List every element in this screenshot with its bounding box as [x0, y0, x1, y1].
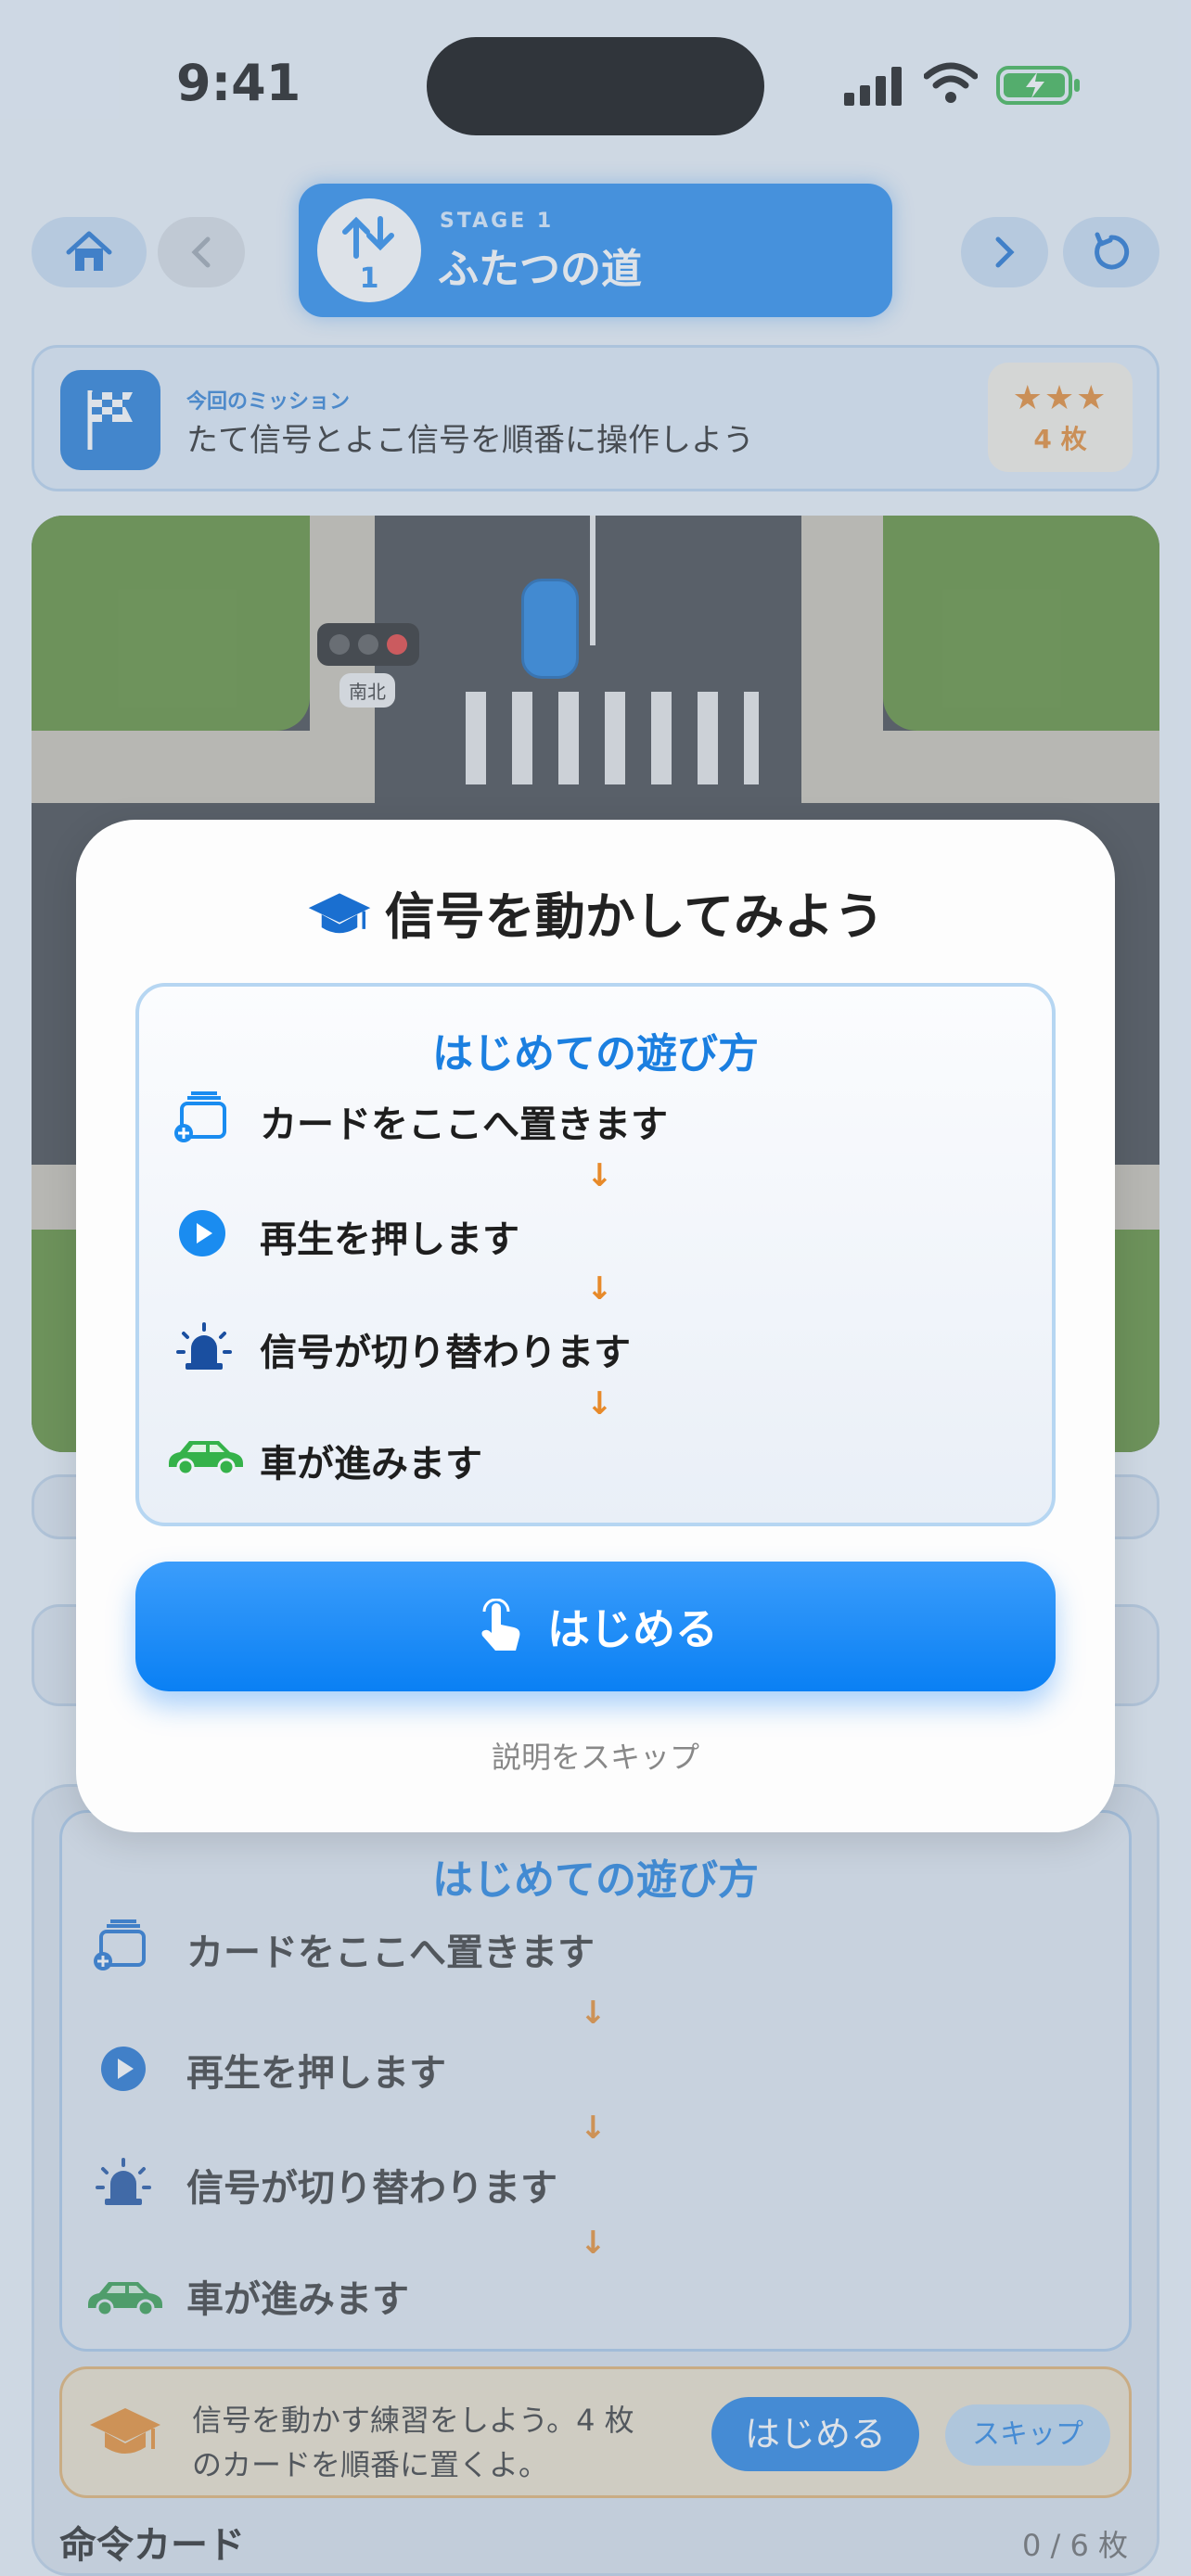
play-icon [178, 1209, 226, 1261]
tutorial-modal: 信号を動かしてみよう はじめての遊び方 カードをここへ置きます ↓ 再生を押しま… [76, 820, 1115, 1832]
how-to-play-title: はじめての遊び方 [432, 1030, 759, 1078]
modal-title-row: 信号を動かしてみよう [76, 875, 1115, 949]
car-icon [163, 1435, 247, 1480]
start-button[interactable]: はじめる [135, 1562, 1056, 1691]
tap-hand-icon [481, 1599, 520, 1651]
modal-step: 車が進みます [260, 1443, 482, 1486]
modal-title: 信号を動かしてみよう [384, 887, 885, 946]
siren-icon [176, 1320, 232, 1376]
step-arrow: ↓ [586, 1157, 613, 1194]
step-arrow: ↓ [586, 1385, 613, 1422]
modal-step: 再生を押します [260, 1218, 519, 1261]
skip-explanation-link[interactable]: 説明をスキップ [76, 1734, 1115, 1777]
modal-step: 信号が切り替わります [260, 1332, 631, 1374]
how-to-play-box: はじめての遊び方 カードをここへ置きます ↓ 再生を押します ↓ 信号が切り替わ… [135, 983, 1056, 1526]
step-arrow: ↓ [586, 1270, 613, 1307]
modal-step: カードをここへ置きます [260, 1103, 668, 1146]
start-button-label: はじめる [547, 1604, 718, 1654]
graduation-cap-icon [308, 893, 371, 934]
card-stack-icon [171, 1090, 230, 1150]
